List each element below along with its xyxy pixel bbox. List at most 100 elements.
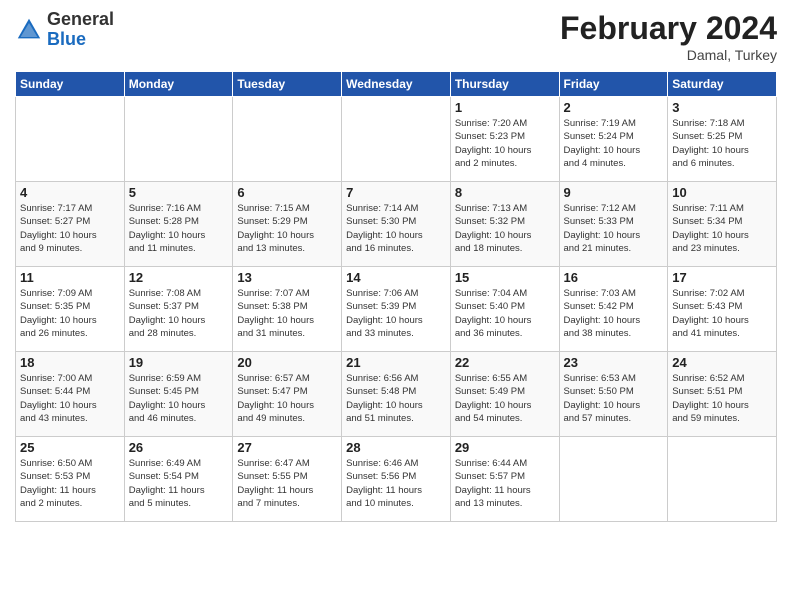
day-info: Sunrise: 7:08 AM Sunset: 5:37 PM Dayligh… [129,287,229,340]
day-info: Sunrise: 6:57 AM Sunset: 5:47 PM Dayligh… [237,372,337,425]
day-info: Sunrise: 6:44 AM Sunset: 5:57 PM Dayligh… [455,457,555,510]
calendar-cell [668,437,777,522]
day-number: 3 [672,100,772,115]
day-info: Sunrise: 7:18 AM Sunset: 5:25 PM Dayligh… [672,117,772,170]
calendar-cell: 22 Sunrise: 6:55 AM Sunset: 5:49 PM Dayli… [450,352,559,437]
day-number: 26 [129,440,229,455]
day-info: Sunrise: 7:11 AM Sunset: 5:34 PM Dayligh… [672,202,772,255]
calendar-cell: 18Sunrise: 7:00 AM Sunset: 5:44 PM Dayli… [16,352,125,437]
day-info: Sunrise: 7:16 AM Sunset: 5:28 PM Dayligh… [129,202,229,255]
day-info: Sunrise: 6:59 AM Sunset: 5:45 PM Dayligh… [129,372,229,425]
calendar-cell: 3 Sunrise: 7:18 AM Sunset: 5:25 PM Daylig… [668,97,777,182]
day-info: Sunrise: 7:06 AM Sunset: 5:39 PM Dayligh… [346,287,446,340]
calendar-cell: 27 Sunrise: 6:47 AM Sunset: 5:55 PM Dayli… [233,437,342,522]
day-number: 25 [20,440,120,455]
calendar-cell: 7 Sunrise: 7:14 AM Sunset: 5:30 PM Daylig… [342,182,451,267]
calendar-cell: 29 Sunrise: 6:44 AM Sunset: 5:57 PM Dayli… [450,437,559,522]
calendar-week-2: 4Sunrise: 7:17 AM Sunset: 5:27 PM Daylig… [16,182,777,267]
calendar-cell: 26 Sunrise: 6:49 AM Sunset: 5:54 PM Dayli… [124,437,233,522]
col-header-monday: Monday [124,72,233,97]
calendar-week-3: 11 Sunrise: 7:09 AM Sunset: 5:35 PM Dayli… [16,267,777,352]
calendar-cell: 11 Sunrise: 7:09 AM Sunset: 5:35 PM Dayli… [16,267,125,352]
day-number: 14 [346,270,446,285]
calendar-cell [342,97,451,182]
day-info: Sunrise: 6:52 AM Sunset: 5:51 PM Dayligh… [672,372,772,425]
day-number: 15 [455,270,555,285]
day-info: Sunrise: 7:02 AM Sunset: 5:43 PM Dayligh… [672,287,772,340]
day-info: Sunrise: 7:20 AM Sunset: 5:23 PM Dayligh… [455,117,555,170]
calendar-cell: 1 Sunrise: 7:20 AM Sunset: 5:23 PM Daylig… [450,97,559,182]
day-info: Sunrise: 7:09 AM Sunset: 5:35 PM Dayligh… [20,287,120,340]
day-number: 29 [455,440,555,455]
calendar-cell [233,97,342,182]
col-header-thursday: Thursday [450,72,559,97]
day-number: 23 [564,355,664,370]
day-number: 22 [455,355,555,370]
calendar-cell [16,97,125,182]
calendar-cell: 23Sunrise: 6:53 AM Sunset: 5:50 PM Dayli… [559,352,668,437]
col-header-tuesday: Tuesday [233,72,342,97]
calendar-cell: 15 Sunrise: 7:04 AM Sunset: 5:40 PM Dayli… [450,267,559,352]
day-number: 9 [564,185,664,200]
day-number: 21 [346,355,446,370]
calendar-cell: 28 Sunrise: 6:46 AM Sunset: 5:56 PM Dayli… [342,437,451,522]
day-number: 1 [455,100,555,115]
calendar-week-5: 25Sunrise: 6:50 AM Sunset: 5:53 PM Dayli… [16,437,777,522]
calendar-cell: 21 Sunrise: 6:56 AM Sunset: 5:48 PM Dayli… [342,352,451,437]
day-number: 5 [129,185,229,200]
day-info: Sunrise: 7:04 AM Sunset: 5:40 PM Dayligh… [455,287,555,340]
calendar-week-4: 18Sunrise: 7:00 AM Sunset: 5:44 PM Dayli… [16,352,777,437]
calendar-cell: 12 Sunrise: 7:08 AM Sunset: 5:37 PM Dayli… [124,267,233,352]
calendar-cell: 2 Sunrise: 7:19 AM Sunset: 5:24 PM Daylig… [559,97,668,182]
day-info: Sunrise: 6:47 AM Sunset: 5:55 PM Dayligh… [237,457,337,510]
col-header-friday: Friday [559,72,668,97]
day-info: Sunrise: 7:19 AM Sunset: 5:24 PM Dayligh… [564,117,664,170]
calendar-cell [559,437,668,522]
day-number: 7 [346,185,446,200]
day-number: 17 [672,270,772,285]
location-subtitle: Damal, Turkey [560,47,777,63]
day-info: Sunrise: 6:56 AM Sunset: 5:48 PM Dayligh… [346,372,446,425]
calendar-cell [124,97,233,182]
col-header-sunday: Sunday [16,72,125,97]
day-number: 20 [237,355,337,370]
day-info: Sunrise: 7:07 AM Sunset: 5:38 PM Dayligh… [237,287,337,340]
calendar-cell: 17 Sunrise: 7:02 AM Sunset: 5:43 PM Dayli… [668,267,777,352]
calendar-cell: 5 Sunrise: 7:16 AM Sunset: 5:28 PM Daylig… [124,182,233,267]
day-number: 12 [129,270,229,285]
calendar-cell: 14 Sunrise: 7:06 AM Sunset: 5:39 PM Dayli… [342,267,451,352]
day-number: 27 [237,440,337,455]
title-block: February 2024 Damal, Turkey [560,10,777,63]
page-header: General Blue February 2024 Damal, Turkey [15,10,777,63]
day-info: Sunrise: 6:49 AM Sunset: 5:54 PM Dayligh… [129,457,229,510]
calendar-cell: 4Sunrise: 7:17 AM Sunset: 5:27 PM Daylig… [16,182,125,267]
day-number: 8 [455,185,555,200]
day-number: 2 [564,100,664,115]
calendar-header-row: SundayMondayTuesdayWednesdayThursdayFrid… [16,72,777,97]
day-info: Sunrise: 7:13 AM Sunset: 5:32 PM Dayligh… [455,202,555,255]
day-number: 19 [129,355,229,370]
logo-text-blue: Blue [47,30,114,50]
calendar-table: SundayMondayTuesdayWednesdayThursdayFrid… [15,71,777,522]
day-info: Sunrise: 7:14 AM Sunset: 5:30 PM Dayligh… [346,202,446,255]
calendar-cell: 10 Sunrise: 7:11 AM Sunset: 5:34 PM Dayli… [668,182,777,267]
day-number: 6 [237,185,337,200]
logo-icon [15,16,43,44]
day-info: Sunrise: 7:12 AM Sunset: 5:33 PM Dayligh… [564,202,664,255]
day-number: 28 [346,440,446,455]
col-header-saturday: Saturday [668,72,777,97]
day-info: Sunrise: 7:15 AM Sunset: 5:29 PM Dayligh… [237,202,337,255]
day-number: 10 [672,185,772,200]
day-number: 24 [672,355,772,370]
calendar-cell: 9 Sunrise: 7:12 AM Sunset: 5:33 PM Daylig… [559,182,668,267]
calendar-cell: 8 Sunrise: 7:13 AM Sunset: 5:32 PM Daylig… [450,182,559,267]
day-info: Sunrise: 7:03 AM Sunset: 5:42 PM Dayligh… [564,287,664,340]
col-header-wednesday: Wednesday [342,72,451,97]
calendar-cell: 25Sunrise: 6:50 AM Sunset: 5:53 PM Dayli… [16,437,125,522]
calendar-cell: 24 Sunrise: 6:52 AM Sunset: 5:51 PM Dayli… [668,352,777,437]
calendar-cell: 6 Sunrise: 7:15 AM Sunset: 5:29 PM Daylig… [233,182,342,267]
day-info: Sunrise: 6:46 AM Sunset: 5:56 PM Dayligh… [346,457,446,510]
day-info: Sunrise: 6:55 AM Sunset: 5:49 PM Dayligh… [455,372,555,425]
calendar-week-1: 1 Sunrise: 7:20 AM Sunset: 5:23 PM Daylig… [16,97,777,182]
day-number: 11 [20,270,120,285]
